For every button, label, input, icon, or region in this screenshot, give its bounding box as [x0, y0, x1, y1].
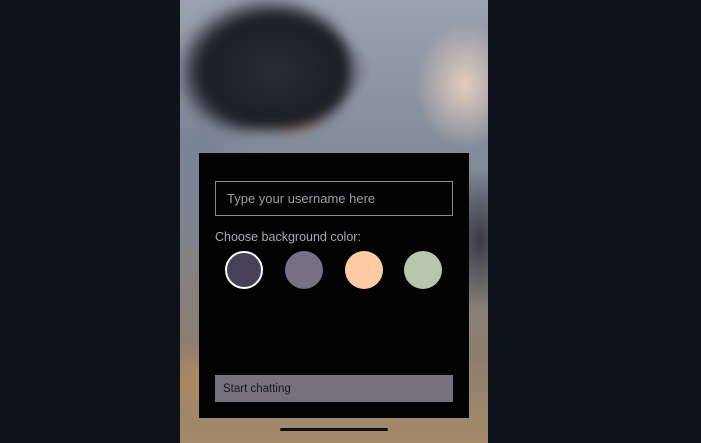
app-viewport: Choose background color: Start chatting: [0, 0, 701, 443]
home-indicator: [280, 428, 388, 431]
color-swatch-sage-green[interactable]: [404, 251, 442, 289]
background-color-label: Choose background color:: [215, 230, 361, 244]
color-swatch-gray-purple[interactable]: [285, 251, 323, 289]
username-input[interactable]: [215, 181, 453, 216]
start-chat-panel: Choose background color: Start chatting: [199, 153, 469, 418]
color-swatch-dark-purple[interactable]: [225, 251, 263, 289]
color-swatch-peach[interactable]: [345, 251, 383, 289]
photo-detail: [180, 0, 350, 130]
start-chatting-button[interactable]: Start chatting: [215, 375, 453, 402]
